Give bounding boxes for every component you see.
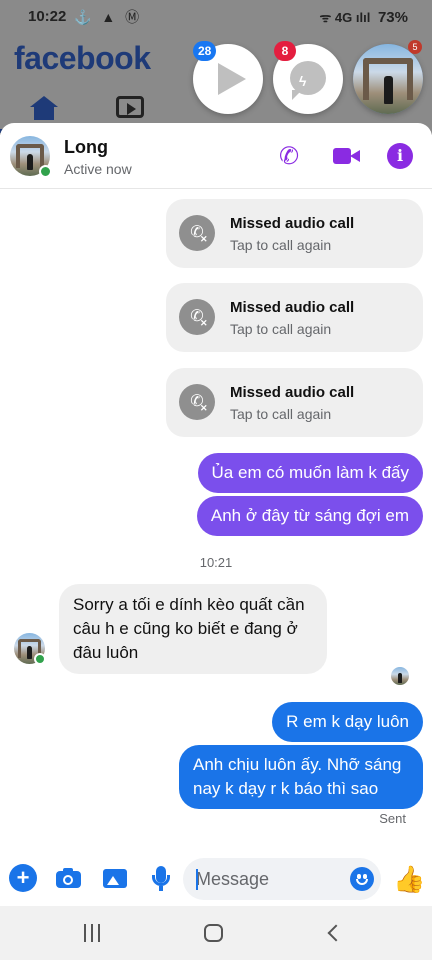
messenger-icon [290, 61, 326, 100]
online-indicator [34, 653, 46, 665]
message-timestamp: 10:21 [199, 555, 233, 570]
home-icon [30, 96, 58, 122]
camera-icon[interactable] [55, 864, 83, 892]
watch-badge: 28 [193, 41, 217, 61]
message-thread[interactable]: ✆ ✕ Missed audio call Tap to call again ✆… [0, 190, 432, 850]
message-composer: + 👍 [0, 852, 432, 906]
missed-call-icon: ✆ ✕ [179, 215, 215, 251]
play-icon [218, 63, 246, 95]
missed-call-icon: ✆ ✕ [179, 384, 215, 420]
text-cursor [196, 869, 198, 890]
missed-call-card[interactable]: ✆ ✕ Missed audio call Tap to call again [166, 283, 423, 352]
battery-level: 73% [377, 9, 408, 26]
video-call-icon[interactable] [333, 143, 361, 171]
chat-header: Long Active now ✆ i [0, 123, 432, 189]
outgoing-message[interactable]: R em k dạy luôn [272, 702, 423, 742]
system-nav-bar [0, 906, 432, 960]
emoji-icon[interactable] [350, 867, 374, 891]
outgoing-message[interactable]: Anh ở đây từ sáng đợi em [196, 496, 423, 536]
sent-status: Sent [379, 811, 406, 826]
watch-chathead[interactable]: 28 [193, 41, 263, 114]
missed-call-title: Missed audio call [230, 299, 355, 316]
missed-call-title: Missed audio call [230, 215, 355, 232]
contact-chathead[interactable] [353, 44, 423, 114]
missed-call-title: Missed audio call [230, 384, 355, 401]
back-icon[interactable] [327, 924, 345, 942]
info-icon[interactable]: i [387, 143, 413, 169]
messenger-badge: 8 [274, 41, 296, 61]
notification-badge: 5 [408, 40, 422, 54]
network-icon: ᯤ 4G ılıl [319, 10, 371, 25]
online-indicator [39, 165, 52, 178]
incoming-message[interactable]: Sorry a tối e dính kèo quất cần câu h e … [59, 584, 327, 674]
missed-call-card[interactable]: ✆ ✕ Missed audio call Tap to call again [166, 199, 423, 268]
avatar [353, 44, 423, 114]
missed-call-icon: ✆ ✕ [179, 299, 215, 335]
like-icon[interactable]: 👍 [393, 864, 425, 895]
missed-call-subtitle: Tap to call again [230, 321, 332, 337]
home-icon[interactable] [204, 924, 223, 942]
outgoing-message[interactable]: Ủa em có muốn làm k đấy [197, 453, 423, 493]
signal-icons: ᯤ 4G ılıl 73% [319, 8, 408, 26]
messenger-bolt-icon: ϟ [299, 73, 307, 89]
facebook-logo: facebook [14, 40, 151, 76]
active-status: Active now [64, 161, 132, 177]
missed-call-subtitle: Tap to call again [230, 237, 332, 253]
plus-icon[interactable]: + [9, 864, 37, 892]
missed-call-subtitle: Tap to call again [230, 406, 332, 422]
outgoing-message[interactable]: Anh chịu luôn ấy. Nhỡ sáng nay k dạy r k… [179, 745, 423, 809]
notification-icons: ⚓ ▲ Ⓜ [74, 9, 143, 25]
missed-call-card[interactable]: ✆ ✕ Missed audio call Tap to call again [166, 368, 423, 437]
status-time: 10:22 [28, 8, 67, 25]
contact-name[interactable]: Long [64, 137, 108, 158]
mic-icon[interactable] [147, 864, 175, 892]
seen-avatar [391, 667, 409, 685]
watch-icon [116, 96, 144, 118]
gallery-icon[interactable] [101, 864, 129, 892]
status-bar: 10:22 ⚓ ▲ Ⓜ ᯤ 4G ılıl 73% [0, 0, 432, 34]
messenger-chathead[interactable]: ϟ 8 [273, 41, 343, 114]
recents-icon[interactable] [84, 924, 104, 942]
phone-icon[interactable]: ✆ [279, 143, 307, 171]
